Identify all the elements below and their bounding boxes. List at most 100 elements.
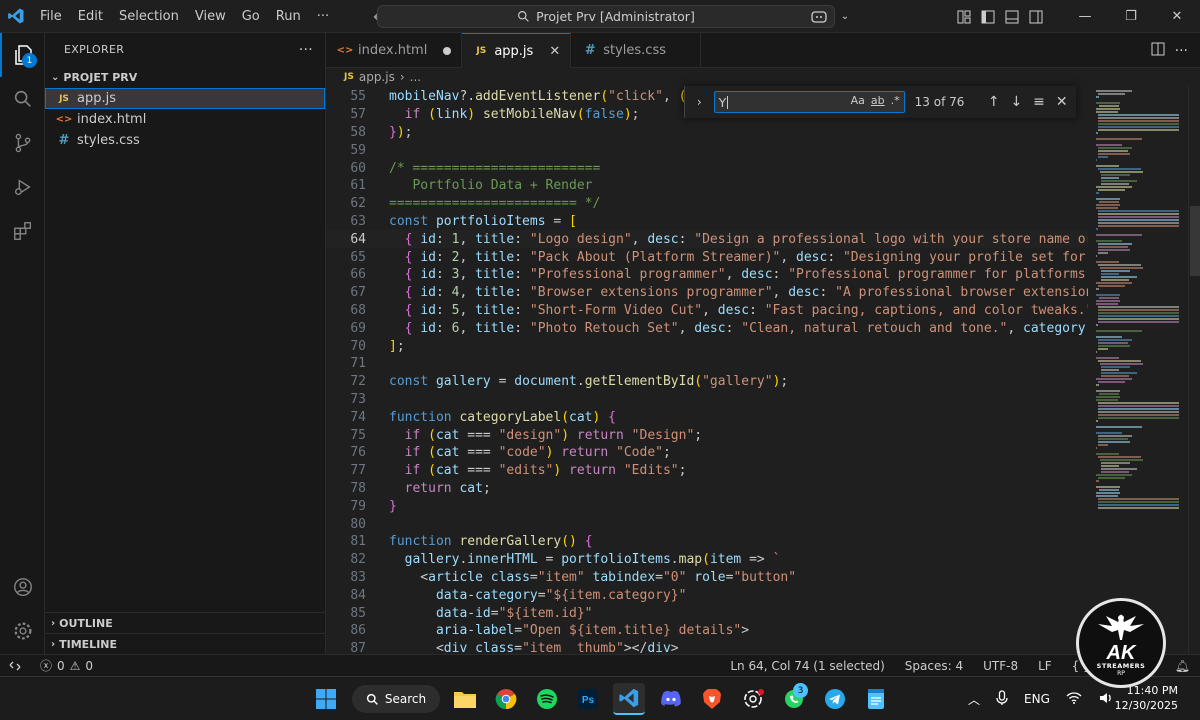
- code-line[interactable]: 86 aria-label="Open ${item.title} detail…: [326, 622, 1088, 640]
- code-line[interactable]: 84 data-category="${item.category}": [326, 586, 1088, 604]
- outline-section[interactable]: › OUTLINE: [45, 612, 326, 634]
- breadcrumb-file[interactable]: app.js: [359, 70, 395, 84]
- whatsapp-icon[interactable]: 3: [778, 683, 810, 715]
- accounts-activity-button[interactable]: [0, 565, 45, 609]
- notifications-bell-icon[interactable]: 🔔︎: [1165, 659, 1200, 673]
- code-line[interactable]: 64 { id: 1, title: "Logo design", desc: …: [326, 230, 1088, 249]
- close-tab-icon[interactable]: ✕: [549, 44, 560, 59]
- discord-icon[interactable]: [655, 683, 687, 715]
- code-line[interactable]: 66 { id: 3, title: "Professional program…: [326, 266, 1088, 284]
- menu-view[interactable]: View: [187, 0, 234, 33]
- source-control-activity-button[interactable]: [0, 121, 45, 165]
- manage-activity-button[interactable]: [0, 609, 45, 653]
- previous-match-arrow-icon[interactable]: ↑: [985, 94, 1002, 110]
- copilot-icon[interactable]: [802, 0, 838, 33]
- code-line[interactable]: 76 if (cat === "code") return "Code";: [326, 444, 1088, 462]
- code-line[interactable]: 61 Portfolio Data + Render: [326, 177, 1088, 195]
- brave-icon[interactable]: [696, 683, 728, 715]
- chatgpt-icon[interactable]: [737, 683, 769, 715]
- command-center-search[interactable]: Projet Prv [Administrator]: [377, 5, 835, 28]
- code-line[interactable]: 68 { id: 5, title: "Short-Form Video Cut…: [326, 302, 1088, 320]
- code-line[interactable]: 73: [326, 391, 1088, 409]
- project-folder-header[interactable]: ⌄ PROJET PRV: [45, 66, 325, 88]
- menu-run[interactable]: Run: [268, 0, 309, 33]
- menu-go[interactable]: Go: [234, 0, 268, 33]
- code-line[interactable]: 78 return cat;: [326, 480, 1088, 498]
- code-editor[interactable]: 55 mobileNav?.addEventListener("click", (…: [326, 86, 1088, 654]
- search-activity-button[interactable]: [0, 77, 45, 121]
- chrome-icon[interactable]: [490, 683, 522, 715]
- indentation[interactable]: Spaces: 4: [895, 659, 973, 673]
- photoshop-icon[interactable]: Ps: [572, 683, 604, 715]
- code-line[interactable]: 79}: [326, 497, 1088, 515]
- encoding[interactable]: UTF-8: [973, 659, 1028, 673]
- find-input[interactable]: Y Aa ab .*: [713, 91, 905, 113]
- code-line[interactable]: 74 function categoryLabel(cat) {: [326, 408, 1088, 426]
- input-language[interactable]: ENG: [1024, 692, 1050, 706]
- code-line[interactable]: 69 { id: 6, title: "Photo Retouch Set", …: [326, 319, 1088, 337]
- code-line[interactable]: 81 function renderGallery() {: [326, 533, 1088, 551]
- code-line[interactable]: 67 { id: 4, title: "Browser extensions p…: [326, 284, 1088, 302]
- code-line[interactable]: 62 ======================== */: [326, 195, 1088, 213]
- notepad-icon[interactable]: [860, 683, 892, 715]
- unsaved-dot-icon[interactable]: [443, 46, 452, 55]
- match-case-toggle[interactable]: Aa: [851, 94, 865, 107]
- tab-app-js[interactable]: JS app.js ✕: [462, 33, 572, 68]
- code-line[interactable]: 70];: [326, 337, 1088, 355]
- code-line[interactable]: 85 data-id="${item.id}": [326, 604, 1088, 622]
- explorer-activity-button[interactable]: 1: [0, 33, 45, 77]
- taskbar-search[interactable]: Search: [352, 685, 440, 713]
- volume-icon[interactable]: [1098, 691, 1114, 708]
- code-line[interactable]: 75 if (cat === "design") return "Design"…: [326, 426, 1088, 444]
- code-line[interactable]: 83 <article class="item" tabindex="0" ro…: [326, 569, 1088, 587]
- remote-indicator-icon[interactable]: [0, 655, 30, 677]
- breadcrumb-more[interactable]: ...: [410, 70, 421, 84]
- cursor-position[interactable]: Ln 64, Col 74 (1 selected): [720, 659, 894, 673]
- run-debug-activity-button[interactable]: [0, 165, 45, 209]
- next-match-arrow-icon[interactable]: ↓: [1008, 94, 1025, 110]
- menu-selection[interactable]: Selection: [111, 0, 187, 33]
- show-hidden-icons-chevron-icon[interactable]: ︿: [968, 691, 980, 708]
- code-line[interactable]: 58});: [326, 124, 1088, 142]
- extensions-activity-button[interactable]: [0, 209, 45, 253]
- customize-layout-icon[interactable]: [952, 0, 976, 33]
- end-of-line[interactable]: LF: [1028, 659, 1062, 673]
- find-in-selection-icon[interactable]: ≡: [1031, 94, 1048, 110]
- match-whole-word-toggle[interactable]: ab: [871, 94, 885, 107]
- code-line[interactable]: 82 gallery.innerHTML = portfolioItems.ma…: [326, 551, 1088, 569]
- minimap[interactable]: [1088, 86, 1188, 654]
- code-line[interactable]: 65 { id: 2, title: "Pack About (Platform…: [326, 248, 1088, 266]
- code-line[interactable]: 87 <div class="item__thumb"></div>: [326, 640, 1088, 654]
- code-line[interactable]: 77 if (cat === "edits") return "Edits";: [326, 462, 1088, 480]
- code-line[interactable]: 59: [326, 141, 1088, 159]
- close-window-button[interactable]: ✕: [1154, 0, 1200, 33]
- code-line[interactable]: 60 /* ========================: [326, 159, 1088, 177]
- use-regex-toggle[interactable]: .*: [891, 94, 900, 107]
- toggle-primary-sidebar-icon[interactable]: [976, 0, 1000, 33]
- menu-more[interactable]: ···: [309, 0, 337, 33]
- file-explorer-icon[interactable]: [449, 683, 481, 715]
- vertical-scrollbar[interactable]: [1188, 86, 1200, 654]
- chevron-down-icon[interactable]: ⌄: [838, 0, 852, 33]
- telegram-icon[interactable]: [819, 683, 851, 715]
- spotify-icon[interactable]: [531, 683, 563, 715]
- problems-indicator[interactable]: ⓧ 0 ⚠ 0: [30, 657, 103, 674]
- split-editor-icon[interactable]: [1151, 42, 1165, 60]
- timeline-section[interactable]: › TIMELINE: [45, 633, 326, 655]
- close-find-icon[interactable]: ✕: [1053, 94, 1070, 110]
- file-item-app-js[interactable]: JS app.js: [45, 88, 325, 109]
- more-actions-icon[interactable]: ···: [1175, 43, 1188, 59]
- start-windows-icon[interactable]: [310, 683, 342, 715]
- minimize-button[interactable]: —: [1062, 0, 1108, 33]
- file-item-index-html[interactable]: <> index.html: [45, 109, 325, 130]
- microphone-icon[interactable]: [996, 689, 1008, 709]
- toggle-panel-icon[interactable]: [1000, 0, 1024, 33]
- tab-index-html[interactable]: <> index.html: [326, 33, 463, 68]
- code-line[interactable]: 72 const gallery = document.getElementByI…: [326, 373, 1088, 391]
- toggle-secondary-sidebar-icon[interactable]: [1024, 0, 1048, 33]
- vscode-taskbar-icon[interactable]: [613, 683, 645, 715]
- menu-file[interactable]: File: [32, 0, 70, 33]
- wifi-icon[interactable]: [1066, 691, 1082, 707]
- restore-button[interactable]: ❐: [1108, 0, 1154, 33]
- tab-styles-css[interactable]: # styles.css: [571, 33, 701, 68]
